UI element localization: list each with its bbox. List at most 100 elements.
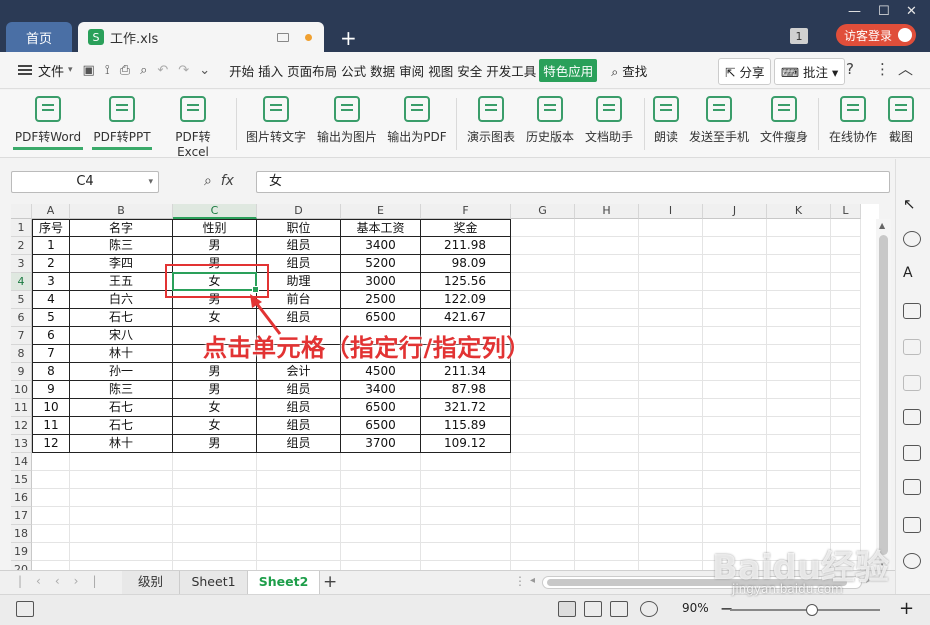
- comment-button[interactable]: ⌨ 批注 ▾: [774, 58, 846, 85]
- format-painter-icon[interactable]: ⟟: [105, 63, 110, 78]
- page-layout-view-icon[interactable]: [610, 601, 628, 617]
- cell-a18[interactable]: [32, 525, 70, 543]
- cell-k13[interactable]: [767, 435, 831, 453]
- cell-l13[interactable]: [831, 435, 861, 453]
- cell-g2[interactable]: [511, 237, 575, 255]
- cell-e2[interactable]: 3400: [341, 237, 421, 255]
- fx-icon[interactable]: fx: [221, 173, 234, 189]
- style-icon[interactable]: A: [903, 265, 921, 281]
- cell-l7[interactable]: [831, 327, 861, 345]
- more-quick-icon[interactable]: ⌄: [199, 63, 210, 78]
- cell-i8[interactable]: [639, 345, 703, 363]
- cell-a6[interactable]: 5: [32, 309, 70, 327]
- cell-a20[interactable]: [32, 561, 70, 570]
- monitor-icon[interactable]: [277, 32, 289, 42]
- cell-h12[interactable]: [575, 417, 639, 435]
- cell-d14[interactable]: [257, 453, 341, 471]
- cell-l8[interactable]: [831, 345, 861, 363]
- cell-j5[interactable]: [703, 291, 767, 309]
- cell-k19[interactable]: [767, 543, 831, 561]
- cell-f5[interactable]: 122.09: [421, 291, 511, 309]
- cell-l6[interactable]: [831, 309, 861, 327]
- transfer-icon[interactable]: [903, 375, 921, 391]
- cell-j18[interactable]: [703, 525, 767, 543]
- scroll-up-icon[interactable]: ▲: [879, 221, 885, 230]
- cell-h16[interactable]: [575, 489, 639, 507]
- cell-d17[interactable]: [257, 507, 341, 525]
- cell-a8[interactable]: 7: [32, 345, 70, 363]
- cell-k5[interactable]: [767, 291, 831, 309]
- cell-h10[interactable]: [575, 381, 639, 399]
- cell-d10[interactable]: 组员: [257, 381, 341, 399]
- cell-h15[interactable]: [575, 471, 639, 489]
- cell-e13[interactable]: 3700: [341, 435, 421, 453]
- cell-c11[interactable]: 女: [173, 399, 257, 417]
- column-header-h[interactable]: H: [575, 204, 639, 219]
- cell-l3[interactable]: [831, 255, 861, 273]
- cell-f12[interactable]: 115.89: [421, 417, 511, 435]
- cell-l20[interactable]: [831, 561, 861, 570]
- cell-b8[interactable]: 林十: [70, 345, 173, 363]
- select-cursor-icon[interactable]: ↖: [903, 195, 921, 213]
- cell-l15[interactable]: [831, 471, 861, 489]
- spreadsheet-grid[interactable]: A B C D E F G H I J K L 1 2 3 4 5 6 7 8 9 10 11 12 13 14 15 16 17 18 1…: [11, 204, 879, 570]
- cell-b15[interactable]: [70, 471, 173, 489]
- more-icon[interactable]: ⋮: [875, 60, 890, 78]
- cell-h11[interactable]: [575, 399, 639, 417]
- cell-g14[interactable]: [511, 453, 575, 471]
- cell-i17[interactable]: [639, 507, 703, 525]
- cell-k14[interactable]: [767, 453, 831, 471]
- doc-assistant-button[interactable]: 文档助手: [582, 96, 636, 145]
- cell-i10[interactable]: [639, 381, 703, 399]
- cell-k1[interactable]: [767, 219, 831, 237]
- undo-icon[interactable]: ↶: [157, 63, 168, 78]
- cell-l14[interactable]: [831, 453, 861, 471]
- cell-g11[interactable]: [511, 399, 575, 417]
- cell-k10[interactable]: [767, 381, 831, 399]
- redo-icon[interactable]: ↷: [178, 63, 189, 78]
- cell-f3[interactable]: 98.09: [421, 255, 511, 273]
- cell-d16[interactable]: [257, 489, 341, 507]
- cell-f20[interactable]: [421, 561, 511, 570]
- cell-f16[interactable]: [421, 489, 511, 507]
- row-header-14[interactable]: 14: [11, 453, 32, 471]
- cell-j17[interactable]: [703, 507, 767, 525]
- cell-f14[interactable]: [421, 453, 511, 471]
- cell-h2[interactable]: [575, 237, 639, 255]
- cell-c18[interactable]: [173, 525, 257, 543]
- cell-f18[interactable]: [421, 525, 511, 543]
- cell-k11[interactable]: [767, 399, 831, 417]
- cell-a17[interactable]: [32, 507, 70, 525]
- cell-h1[interactable]: [575, 219, 639, 237]
- cell-e20[interactable]: [341, 561, 421, 570]
- cell-i18[interactable]: [639, 525, 703, 543]
- cell-c15[interactable]: [173, 471, 257, 489]
- row-header-2[interactable]: 2: [11, 237, 32, 255]
- row-header-11[interactable]: 11: [11, 399, 32, 417]
- cell-i14[interactable]: [639, 453, 703, 471]
- vertical-scrollbar[interactable]: ▲ ▼: [876, 219, 891, 570]
- cell-g1[interactable]: [511, 219, 575, 237]
- row-header-3[interactable]: 3: [11, 255, 32, 273]
- row-header-6[interactable]: 6: [11, 309, 32, 327]
- macro-icon[interactable]: [16, 601, 34, 617]
- cell-j15[interactable]: [703, 471, 767, 489]
- shield-icon[interactable]: [903, 553, 921, 569]
- cell-c20[interactable]: [173, 561, 257, 570]
- cell-d18[interactable]: [257, 525, 341, 543]
- history-button[interactable]: 历史版本: [524, 96, 576, 145]
- cell-i19[interactable]: [639, 543, 703, 561]
- cell-k4[interactable]: [767, 273, 831, 291]
- eye-protection-icon[interactable]: [640, 601, 658, 617]
- send-to-phone-button[interactable]: 发送至手机: [686, 96, 752, 145]
- share-out-icon[interactable]: [903, 445, 921, 461]
- pdf-to-word-button[interactable]: PDF转Word: [13, 96, 83, 150]
- column-header-k[interactable]: K: [767, 204, 831, 219]
- cell-a5[interactable]: 4: [32, 291, 70, 309]
- column-header-j[interactable]: J: [703, 204, 767, 219]
- window-count-badge[interactable]: 1: [790, 28, 808, 44]
- hamburger-icon[interactable]: [18, 63, 32, 77]
- cell-h4[interactable]: [575, 273, 639, 291]
- cell-j2[interactable]: [703, 237, 767, 255]
- print-preview-icon[interactable]: ⌕: [140, 63, 147, 78]
